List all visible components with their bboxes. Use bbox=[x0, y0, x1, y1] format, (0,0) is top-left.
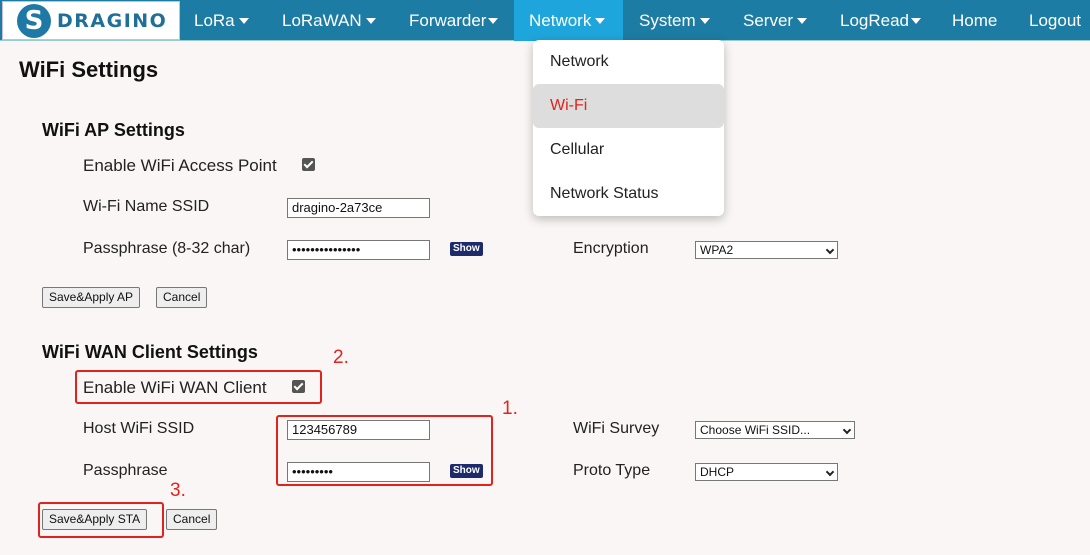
annotation-label-2: 2. bbox=[333, 347, 349, 368]
top-navbar: DRAGINO LoRa LoRaWAN Forwarder Network S… bbox=[0, 0, 1090, 41]
ap-encryption-label: Encryption bbox=[573, 240, 649, 257]
caret-down-icon bbox=[238, 17, 249, 24]
wan-cancel-button[interactable]: Cancel bbox=[166, 509, 218, 530]
nav-logread[interactable]: LogRead bbox=[840, 0, 922, 41]
annotation-box-2 bbox=[75, 370, 322, 404]
menu-item-network-status[interactable]: Network Status bbox=[533, 172, 724, 216]
ap-ssid-label: Wi-Fi Name SSID bbox=[83, 198, 210, 215]
caret-down-icon bbox=[488, 17, 499, 24]
caret-down-icon bbox=[699, 17, 710, 24]
ap-section-title: WiFi AP Settings bbox=[42, 120, 185, 140]
caret-down-icon bbox=[365, 17, 376, 24]
menu-item-cellular[interactable]: Cellular bbox=[533, 128, 724, 172]
brand-name: DRAGINO bbox=[57, 9, 168, 32]
page-title: WiFi Settings bbox=[19, 57, 159, 82]
wan-proto-select[interactable]: DHCP bbox=[695, 463, 838, 481]
annotation-box-3 bbox=[38, 502, 164, 538]
ap-passphrase-input[interactable]: ••••••••••••••• bbox=[287, 240, 430, 260]
ap-ssid-input[interactable]: dragino-2a73ce bbox=[287, 198, 430, 218]
ap-enable-checkbox[interactable] bbox=[302, 158, 315, 171]
nav-system[interactable]: System bbox=[639, 0, 710, 41]
wan-passphrase-label: Passphrase bbox=[83, 462, 168, 479]
nav-network[interactable]: Network bbox=[514, 0, 623, 41]
ap-save-apply-button[interactable]: Save&Apply AP bbox=[42, 287, 141, 308]
ap-passphrase-label: Passphrase (8-32 char) bbox=[83, 240, 251, 257]
wan-ssid-label: Host WiFi SSID bbox=[83, 420, 195, 437]
menu-item-network[interactable]: Network bbox=[533, 40, 724, 84]
ap-encryption-select[interactable]: WPA2 bbox=[695, 241, 838, 259]
wan-proto-label: Proto Type bbox=[573, 462, 651, 479]
dragino-logo-icon bbox=[17, 3, 51, 38]
nav-logout[interactable]: Logout bbox=[1029, 0, 1081, 41]
nav-forwarder[interactable]: Forwarder bbox=[409, 0, 499, 41]
nav-lora[interactable]: LoRa bbox=[194, 0, 249, 41]
chevron-down-icon bbox=[842, 425, 852, 435]
nav-lorawan[interactable]: LoRaWAN bbox=[282, 0, 376, 41]
wan-survey-label: WiFi Survey bbox=[573, 420, 660, 437]
wan-section-title: WiFi WAN Client Settings bbox=[42, 342, 258, 362]
menu-item-wifi[interactable]: Wi-Fi bbox=[533, 84, 724, 128]
brand-logo[interactable]: DRAGINO bbox=[2, 1, 180, 40]
ap-enable-label: Enable WiFi Access Point bbox=[83, 156, 277, 175]
annotation-label-1: 1. bbox=[502, 398, 518, 419]
wan-survey-select[interactable]: Choose WiFi SSID... bbox=[695, 421, 855, 439]
ap-show-password-button[interactable]: Show bbox=[450, 242, 483, 256]
nav-server[interactable]: Server bbox=[743, 0, 808, 41]
chevron-down-icon bbox=[825, 245, 835, 255]
annotation-box-1 bbox=[276, 415, 493, 486]
caret-down-icon bbox=[911, 17, 922, 24]
caret-down-icon bbox=[595, 17, 606, 24]
annotation-label-3: 3. bbox=[170, 480, 186, 501]
ap-cancel-button[interactable]: Cancel bbox=[156, 287, 208, 308]
network-dropdown-menu: Network Wi-Fi Cellular Network Status bbox=[533, 40, 724, 216]
caret-down-icon bbox=[797, 17, 808, 24]
nav-home[interactable]: Home bbox=[952, 0, 997, 41]
chevron-down-icon bbox=[825, 467, 835, 477]
